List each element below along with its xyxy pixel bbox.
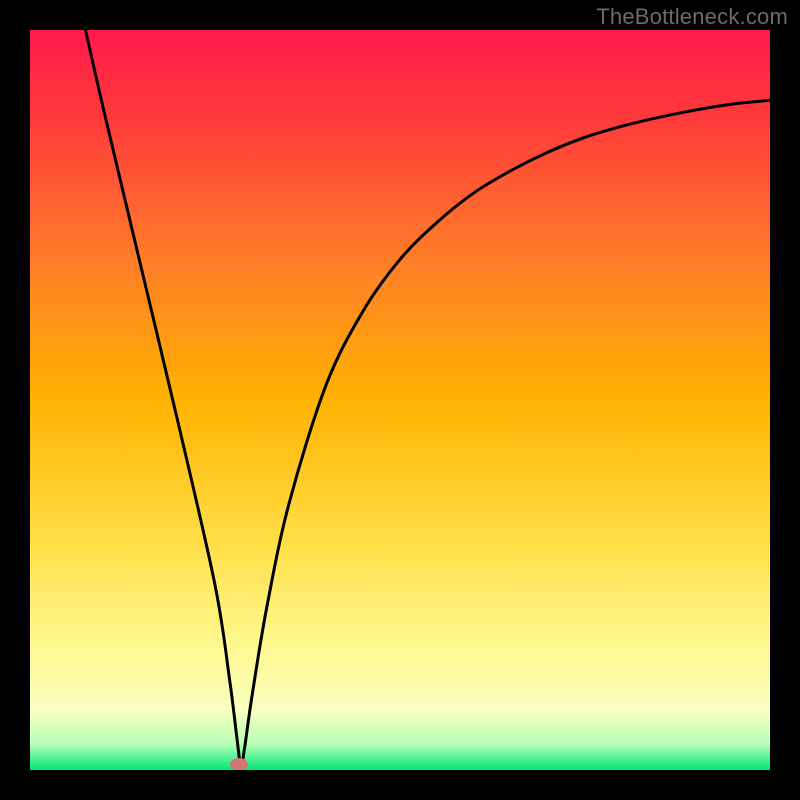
watermark-text: TheBottleneck.com bbox=[596, 4, 788, 30]
curve-svg bbox=[30, 30, 770, 770]
chart-frame: TheBottleneck.com bbox=[0, 0, 800, 800]
plot-area bbox=[30, 30, 770, 770]
optimum-marker bbox=[230, 758, 248, 770]
bottleneck-curve-path bbox=[86, 30, 771, 766]
